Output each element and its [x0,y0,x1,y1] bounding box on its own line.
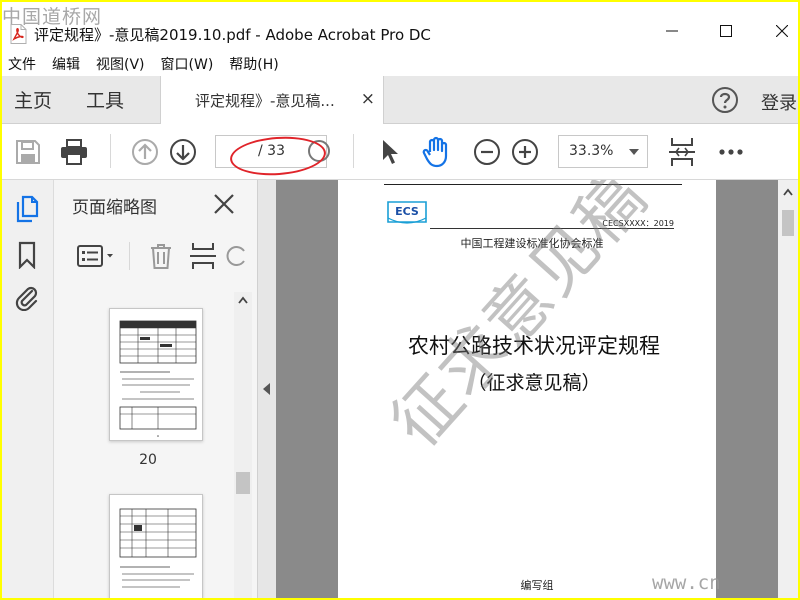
print-button[interactable] [58,136,90,168]
page-thumbnails-button[interactable] [12,194,42,224]
page-thumbnail[interactable] [109,494,203,598]
zoom-in-button[interactable] [509,136,541,168]
hand-tool-button[interactable] [420,136,452,168]
minimize-icon [666,30,678,32]
bookmarks-button[interactable] [12,240,42,270]
app-window: 中国道桥网 评定规程》-意见稿2019.10.pdf - Adobe Acrob… [2,2,798,598]
zoom-out-icon [474,139,500,165]
fit-page-icon [669,138,695,166]
help-icon[interactable] [711,86,739,114]
print-icon [61,139,87,165]
menu-file[interactable]: 文件 [8,54,36,74]
zoom-in-icon [512,139,538,165]
thumbnail-scrollbar[interactable] [234,292,252,598]
zoom-out-button[interactable] [471,136,503,168]
save-icon [16,140,40,164]
page-thumbnails-icon [16,195,39,223]
login-link[interactable]: 登录 [761,89,797,115]
navigation-rail [2,180,54,598]
select-arrow-icon [383,140,398,164]
document-scrollbar[interactable] [778,180,798,598]
document-tab-close-button[interactable]: × [361,89,375,109]
page-up-icon [132,139,158,165]
menu-help[interactable]: 帮助(H) [229,54,278,74]
menu-bar: 文件 编辑 视图(V) 窗口(W) 帮助(H) [2,52,798,76]
extract-page-button[interactable] [186,238,220,274]
page-down-icon [170,139,196,165]
list-options-icon [77,245,113,267]
maximize-icon [720,25,732,37]
thumbnail-preview [119,320,197,437]
ecs-logo-text: ECS [395,205,419,218]
chevron-up-icon[interactable] [238,296,248,304]
scrollbar-thumb[interactable] [782,210,794,236]
document-page: ECS CECSXXXX：2019 中国工程建设标准化协会标准 农村公路技术状况… [338,180,716,598]
panel-separator [129,242,130,270]
page-thumbnail[interactable] [109,308,203,441]
more-tools-button[interactable] [715,136,747,168]
menu-view[interactable]: 视图(V) [96,54,145,74]
attachment-icon [15,286,38,311]
thumbnail-panel-title: 页面缩略图 [72,198,157,218]
scrollbar-thumb[interactable] [236,472,250,494]
ecs-logo: ECS [387,201,427,224]
page-top-rule [384,184,682,185]
save-button[interactable] [12,136,44,168]
menu-window[interactable]: 窗口(W) [161,54,214,74]
chevron-left-icon [263,383,270,395]
rotate-page-button[interactable] [226,238,246,274]
minimize-button[interactable] [650,16,694,46]
rotate-icon [226,246,245,266]
maximize-button[interactable] [704,16,748,46]
hand-icon [422,136,448,168]
window-title: 评定规程》-意见稿2019.10.pdf - Adobe Acrobat Pro… [34,26,431,44]
toolbar-separator [110,134,111,168]
attachments-button[interactable] [12,282,42,312]
pdf-file-icon [10,24,27,44]
toolbar-separator [353,134,354,168]
toolbar: / 33 33.3% [2,124,798,180]
document-tab-label: 评定规程》-意见稿... [195,92,335,110]
zoom-value: 33.3% [569,143,614,159]
more-icon [719,149,743,155]
close-window-button[interactable] [760,16,798,46]
delete-page-button[interactable] [144,238,178,274]
thumbnail-preview [119,508,197,588]
document-viewport[interactable]: ECS CECSXXXX：2019 中国工程建设标准化协会标准 农村公路技术状况… [276,180,798,598]
previous-page-button[interactable] [129,136,161,168]
title-bar: 中国道桥网 评定规程》-意见稿2019.10.pdf - Adobe Acrob… [2,2,798,52]
nav-tab-bar: 主页 工具 评定规程》-意见稿... × 登录 [2,76,798,124]
tab-tools[interactable]: 工具 [86,86,124,113]
thumbnail-page-number: 20 [139,452,157,468]
menu-edit[interactable]: 编辑 [52,54,80,74]
thumbnail-panel: 页面缩略图 20 [54,180,258,598]
bookmark-icon [18,241,36,269]
site-watermark-bottom: www.cn [652,572,721,594]
zoom-select[interactable]: 33.3% [558,135,648,168]
next-page-button[interactable] [167,136,199,168]
page-split-icon [190,243,216,269]
tab-home[interactable]: 主页 [14,86,52,113]
trash-icon [151,244,171,269]
chevron-up-icon[interactable] [783,188,793,196]
fit-page-button[interactable] [666,136,698,168]
tab-document[interactable]: 评定规程》-意见稿... × [160,76,384,124]
close-icon [776,25,788,37]
select-tool-button[interactable] [374,136,406,168]
thumbnail-options-button[interactable] [74,238,118,274]
close-icon[interactable] [210,190,238,218]
chevron-down-icon [629,149,639,155]
panel-collapse-handle[interactable] [258,180,276,598]
